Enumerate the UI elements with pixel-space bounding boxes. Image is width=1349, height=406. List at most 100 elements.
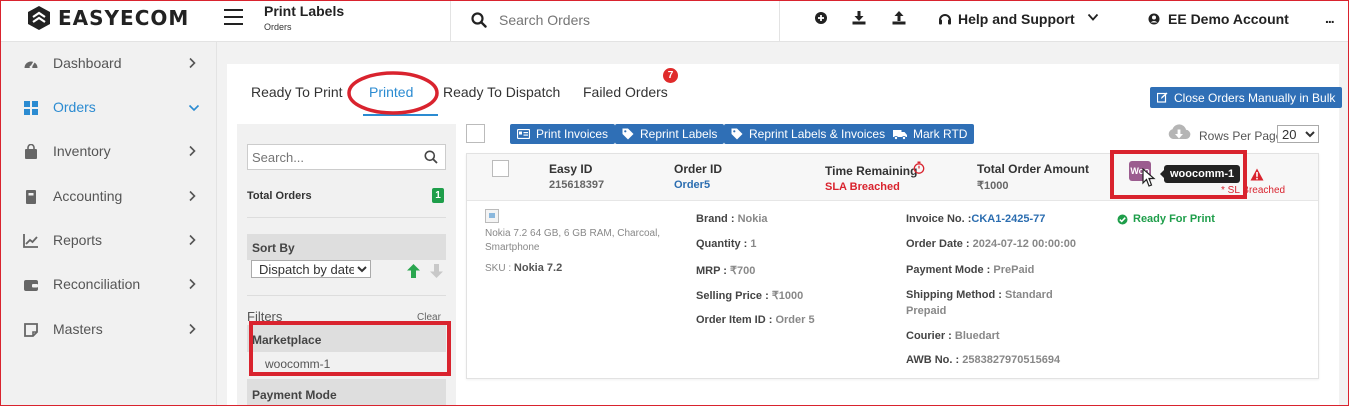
brand-label: Brand : bbox=[696, 213, 735, 225]
tab-ready-to-print[interactable]: Ready To Print bbox=[251, 84, 343, 100]
reprint-labels-invoices-button[interactable]: Reprint Labels & Invoices bbox=[724, 124, 893, 144]
courier-value: Bluedart bbox=[954, 330, 1000, 342]
easyecom-logo-icon bbox=[28, 6, 50, 30]
divider bbox=[247, 295, 446, 296]
reprint-labels-button[interactable]: Reprint Labels bbox=[615, 124, 725, 144]
product-sku: SKU : Nokia 7.2 bbox=[485, 262, 562, 274]
chevron-down-icon bbox=[188, 104, 200, 112]
tag-icon bbox=[731, 128, 743, 140]
page-heading: Print Labels Orders bbox=[264, 3, 344, 32]
chevron-right-icon bbox=[189, 190, 196, 202]
chevron-down-icon[interactable] bbox=[1087, 11, 1099, 23]
failed-orders-count-badge: 7 bbox=[663, 68, 678, 83]
download-icon[interactable] bbox=[852, 11, 866, 25]
invoice-link[interactable]: CKA1-2425-77 bbox=[971, 213, 1045, 225]
mrp-value: ₹700 bbox=[730, 265, 756, 277]
order-date-label: Order Date : bbox=[906, 238, 970, 250]
print-invoices-label: Print Invoices bbox=[536, 127, 609, 141]
truck-icon bbox=[893, 129, 907, 140]
sort-by-label: Sort By bbox=[252, 241, 295, 255]
chart-icon bbox=[23, 234, 38, 248]
shipping-method-label: Shipping Method : bbox=[906, 289, 1002, 301]
help-support-menu[interactable]: Help and Support bbox=[938, 11, 1075, 27]
arrow-up-icon[interactable] bbox=[407, 264, 420, 278]
ledger-icon bbox=[26, 190, 36, 204]
sidebar: Dashboard Orders Inventory Accounting Re… bbox=[0, 42, 217, 406]
shipping-method-row: Shipping Method : Standard bbox=[906, 289, 1053, 301]
more-options-icon[interactable]: ... bbox=[1325, 10, 1335, 26]
cloud-download-icon[interactable] bbox=[1167, 123, 1191, 143]
bag-icon bbox=[25, 144, 37, 159]
chevron-right-icon bbox=[189, 57, 196, 69]
filters-sidebar: Total Orders 1 Sort By Dispatch by date … bbox=[237, 124, 456, 406]
close-orders-bulk-button[interactable]: Close Orders Manually in Bulk bbox=[1150, 87, 1343, 108]
total-orders-count: 1 bbox=[432, 188, 444, 203]
upload-icon[interactable] bbox=[892, 11, 906, 25]
mark-rtd-button[interactable]: Mark RTD bbox=[886, 124, 975, 144]
reprint-labels-invoices-label: Reprint Labels & Invoices bbox=[749, 127, 886, 141]
chevron-right-icon bbox=[189, 145, 196, 157]
user-icon bbox=[1148, 13, 1160, 25]
shipping-method-row-2: Prepaid bbox=[906, 305, 946, 317]
product-name: Nokia 7.2 64 GB, 6 GB RAM, Charcoal, Sma… bbox=[485, 228, 661, 253]
order-date-value: 2024-07-12 00:00:00 bbox=[972, 238, 1076, 250]
select-all-checkbox[interactable] bbox=[466, 124, 485, 143]
arrow-down-icon[interactable] bbox=[430, 264, 443, 278]
quantity-row: Quantity : 1 bbox=[696, 238, 757, 250]
tag-icon bbox=[622, 128, 634, 140]
add-circle-icon[interactable] bbox=[814, 11, 828, 25]
filter-search-box bbox=[247, 144, 446, 170]
search-orders-input[interactable] bbox=[499, 9, 749, 31]
filter-search-input[interactable] bbox=[252, 148, 412, 166]
brand-value: Nokia bbox=[737, 213, 768, 225]
quantity-value: 1 bbox=[750, 238, 757, 250]
courier-row: Courier : Bluedart bbox=[906, 330, 1000, 342]
shipping-method-value-2: Prepaid bbox=[906, 305, 947, 317]
awb-label: AWB No. : bbox=[906, 354, 960, 366]
orders-panel: Ready To Print Printed Ready To Dispatch… bbox=[227, 64, 1343, 406]
search-icon[interactable] bbox=[471, 12, 487, 28]
sidebar-item-orders[interactable]: Orders bbox=[0, 96, 217, 120]
sku-value: Nokia 7.2 bbox=[513, 262, 563, 274]
account-menu[interactable]: EE Demo Account bbox=[1148, 11, 1289, 27]
rows-per-page-label: Rows Per Page bbox=[1199, 129, 1283, 143]
sku-label: SKU : bbox=[485, 263, 512, 274]
print-invoices-button[interactable]: Print Invoices bbox=[510, 124, 616, 144]
tab-failed-orders[interactable]: Failed Orders bbox=[583, 84, 668, 100]
order-select-checkbox[interactable] bbox=[492, 160, 509, 177]
mrp-label: MRP : bbox=[696, 265, 727, 277]
close-orders-bulk-label: Close Orders Manually in Bulk bbox=[1174, 90, 1336, 105]
order-id-link[interactable]: Order5 bbox=[674, 179, 710, 191]
app-name: EASYECOM bbox=[58, 6, 190, 30]
search-icon[interactable] bbox=[424, 150, 438, 164]
page-title: Print Labels bbox=[264, 3, 345, 19]
sidebar-item-label: Masters bbox=[53, 321, 103, 337]
sort-by-select[interactable]: Dispatch by date bbox=[251, 260, 371, 278]
sidebar-item-label: Accounting bbox=[53, 188, 123, 204]
tab-ready-to-dispatch[interactable]: Ready To Dispatch bbox=[443, 84, 560, 100]
rows-per-page-select[interactable]: 20 bbox=[1277, 125, 1319, 143]
total-orders-label: Total Orders bbox=[247, 190, 312, 202]
mrp-row: MRP : ₹700 bbox=[696, 264, 755, 277]
sidebar-item-reconciliation[interactable]: Reconciliation bbox=[0, 273, 217, 297]
order-item-id-value: Order 5 bbox=[775, 314, 815, 326]
order-id-label: Order ID bbox=[674, 162, 723, 176]
selling-price-label: Selling Price : bbox=[696, 290, 769, 302]
page-breadcrumb[interactable]: Orders bbox=[264, 22, 344, 32]
payment-mode-filter-header[interactable]: Payment Mode bbox=[247, 379, 446, 406]
sidebar-item-reports[interactable]: Reports bbox=[0, 229, 217, 253]
payment-mode-value: PrePaid bbox=[993, 264, 1035, 276]
sidebar-item-accounting[interactable]: Accounting bbox=[0, 185, 217, 209]
payment-mode-filter-label: Payment Mode bbox=[252, 388, 337, 402]
wallet-icon bbox=[24, 280, 38, 291]
sl-breached-note: * SL Breached bbox=[1221, 185, 1286, 196]
sidebar-item-inventory[interactable]: Inventory bbox=[0, 140, 217, 164]
menu-toggle-icon[interactable] bbox=[224, 9, 243, 25]
sidebar-item-masters[interactable]: Masters bbox=[0, 318, 217, 342]
easy-id-label: Easy ID bbox=[549, 162, 593, 176]
gauge-icon bbox=[24, 61, 38, 69]
sidebar-item-dashboard[interactable]: Dashboard bbox=[0, 52, 217, 76]
order-status-label: Ready For Print bbox=[1133, 213, 1215, 225]
reprint-labels-label: Reprint Labels bbox=[640, 127, 718, 141]
app-logo[interactable]: EASYECOM bbox=[26, 5, 189, 31]
